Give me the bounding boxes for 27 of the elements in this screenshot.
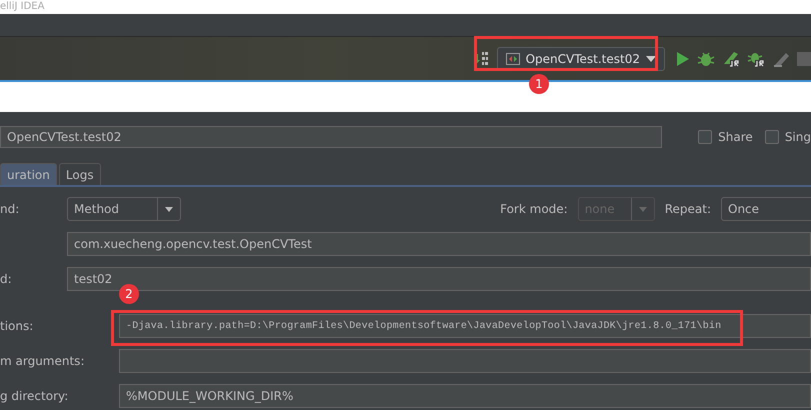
field-label: tions:: [0, 319, 34, 333]
run-config-dropdown[interactable]: OpenCVTest.test02: [496, 46, 665, 70]
name-field[interactable]: OpenCVTest.test02: [0, 126, 662, 148]
input-field[interactable]: [119, 349, 811, 373]
field-label: Repeat:: [664, 202, 711, 216]
window-title: elliJ IDEA: [0, 0, 44, 14]
field-label: m arguments:: [0, 354, 84, 368]
repeat-dropdown[interactable]: Once: [721, 197, 811, 221]
caret-icon: [646, 56, 656, 62]
checkbox[interactable]: [698, 130, 712, 144]
checkbox-label: Share: [718, 130, 753, 144]
caret-icon: [638, 206, 647, 212]
field-label: d:: [0, 272, 12, 286]
input-field[interactable]: com.xuecheng.opencv.test.OpenCVTest: [67, 232, 811, 256]
checkbox-label: Sing: [784, 130, 811, 144]
run-icon[interactable]: [676, 50, 690, 66]
config-icon: [506, 52, 520, 64]
input-field[interactable]: %MODULE_WORKING_DIR%: [119, 384, 811, 408]
checkbox[interactable]: [764, 130, 779, 144]
caret-icon: [165, 206, 173, 212]
kind-dropdown[interactable]: Method: [67, 197, 181, 221]
tab[interactable]: uration: [0, 163, 57, 185]
input-field[interactable]: -Djava.library.path=D:\ProgramFiles\Developmentsoftware\JavaDevelopTool\JavaJDK\jre1.8.0_171\bin: [119, 314, 811, 338]
field-label: nd:: [0, 202, 20, 216]
field-label: Fork mode:: [500, 202, 568, 216]
tab[interactable]: Logs: [58, 163, 101, 185]
field-label: g directory:: [0, 389, 68, 403]
